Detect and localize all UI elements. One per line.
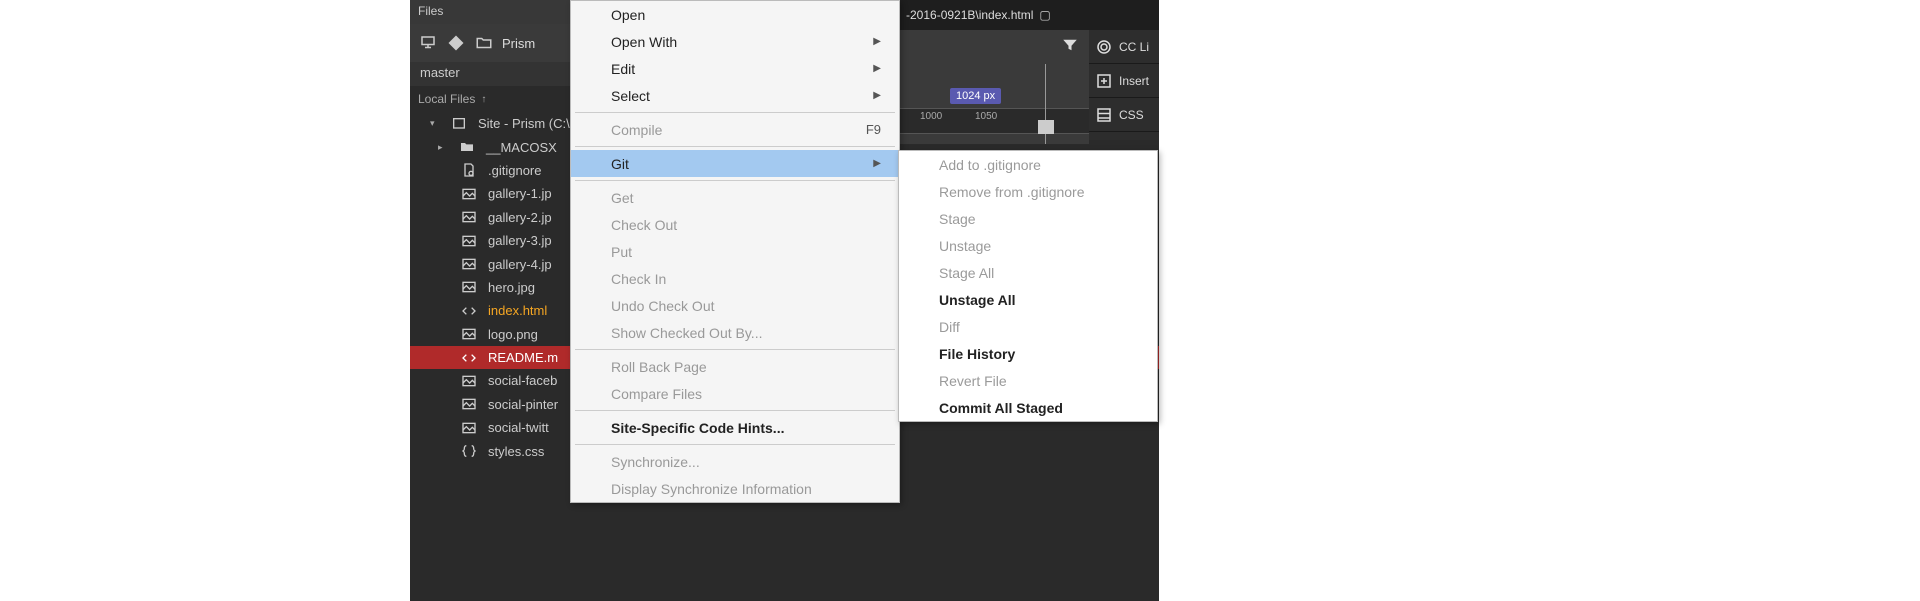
panel-label: Insert <box>1119 74 1149 88</box>
menu-open[interactable]: Open <box>571 1 899 28</box>
file-icon <box>460 161 478 179</box>
tree-item-label: .gitignore <box>488 163 541 178</box>
git-diamond-icon[interactable] <box>444 31 468 55</box>
tree-item-label: gallery-4.jp <box>488 257 552 272</box>
menu-separator <box>575 112 895 113</box>
menu-open-with[interactable]: Open With▶ <box>571 28 899 55</box>
submenu-arrow-icon: ▶ <box>873 90 881 101</box>
submenu-commit-all[interactable]: Commit All Staged <box>899 394 1157 421</box>
ruler-tick: 1050 <box>975 111 997 122</box>
submenu-unstage-all[interactable]: Unstage All <box>899 286 1157 313</box>
document-tab-strip: -2016-0921B\index.html ▢ <box>900 0 1159 30</box>
menu-git[interactable]: Git▶ <box>571 150 899 177</box>
image-icon <box>460 208 478 226</box>
menu-synchronize: Synchronize... <box>571 448 899 475</box>
tree-item-label: social-faceb <box>488 373 557 388</box>
menu-separator <box>575 146 895 147</box>
site-icon <box>450 115 468 133</box>
menu-separator <box>575 410 895 411</box>
menu-undo-check-out: Undo Check Out <box>571 292 899 319</box>
panel-label: CSS <box>1119 108 1144 122</box>
shortcut-label: F9 <box>866 122 881 137</box>
tree-item-label: gallery-2.jp <box>488 210 552 225</box>
submenu-stage-all: Stage All <box>899 259 1157 286</box>
submenu-add-gitignore: Add to .gitignore <box>899 151 1157 178</box>
menu-code-hints[interactable]: Site-Specific Code Hints... <box>571 414 899 441</box>
ruler-tick: 1000 <box>920 111 942 122</box>
image-icon <box>460 232 478 250</box>
image-icon <box>460 325 478 343</box>
image-icon <box>460 395 478 413</box>
submenu-stage: Stage <box>899 205 1157 232</box>
tree-item-label: gallery-1.jp <box>488 186 552 201</box>
folder-icon[interactable] <box>472 31 496 55</box>
tree-item-label: styles.css <box>488 444 544 459</box>
viewport-size-badge[interactable]: 1024 px <box>950 88 1001 104</box>
tree-item-label: __MACOSX <box>486 140 557 155</box>
submenu-arrow-icon: ▶ <box>873 158 881 169</box>
ruler[interactable]: 1000 1050 <box>900 108 1089 134</box>
css-designer-panel[interactable]: CSS <box>1089 98 1159 132</box>
menu-select[interactable]: Select▶ <box>571 82 899 109</box>
submenu-file-history[interactable]: File History <box>899 340 1157 367</box>
panel-label: CC Li <box>1119 40 1149 54</box>
image-icon <box>460 255 478 273</box>
submenu-revert-file: Revert File <box>899 367 1157 394</box>
menu-separator <box>575 444 895 445</box>
context-menu: Open Open With▶ Edit▶ Select▶ CompileF9 … <box>570 0 900 503</box>
ruler-area: 1024 px 1000 1050 <box>900 64 1089 144</box>
image-icon <box>460 278 478 296</box>
tree-item-label: gallery-3.jp <box>488 233 552 248</box>
menu-check-out: Check Out <box>571 211 899 238</box>
filter-icon[interactable] <box>1061 36 1079 59</box>
image-icon <box>460 419 478 437</box>
menu-get: Get <box>571 184 899 211</box>
site-folder-name: Prism <box>502 36 535 51</box>
menu-display-sync: Display Synchronize Information <box>571 475 899 502</box>
menu-roll-back: Roll Back Page <box>571 353 899 380</box>
menu-show-checked-out: Show Checked Out By... <box>571 319 899 346</box>
tree-item-label: hero.jpg <box>488 280 535 295</box>
submenu-arrow-icon: ▶ <box>873 63 881 74</box>
tree-item-label: index.html <box>488 303 547 318</box>
menu-separator <box>575 180 895 181</box>
submenu-diff: Diff <box>899 313 1157 340</box>
tree-item-label: social-pinter <box>488 397 558 412</box>
tree-item-label: README.m <box>488 350 558 365</box>
local-files-label: Local Files <box>418 92 475 106</box>
cc-libraries-panel[interactable]: CC Li <box>1089 30 1159 64</box>
breakpoint-handle[interactable] <box>1038 120 1054 134</box>
html-icon <box>460 302 478 320</box>
network-icon[interactable] <box>416 31 440 55</box>
expand-icon[interactable]: ▾ <box>430 118 440 129</box>
menu-check-in: Check In <box>571 265 899 292</box>
git-submenu: Add to .gitignore Remove from .gitignore… <box>898 150 1158 422</box>
menu-edit[interactable]: Edit▶ <box>571 55 899 82</box>
tree-root-label: Site - Prism (C:\ <box>478 116 570 131</box>
side-panel-stack: CC Li Insert CSS <box>1089 30 1159 140</box>
close-tab-icon[interactable]: ▢ <box>1039 8 1050 22</box>
markdown-icon <box>460 349 478 367</box>
submenu-arrow-icon: ▶ <box>873 36 881 47</box>
insert-panel[interactable]: Insert <box>1089 64 1159 98</box>
expand-icon[interactable]: ▸ <box>438 142 448 153</box>
menu-put: Put <box>571 238 899 265</box>
submenu-remove-gitignore: Remove from .gitignore <box>899 178 1157 205</box>
image-icon <box>460 372 478 390</box>
tree-item-label: logo.png <box>488 327 538 342</box>
document-tab[interactable]: -2016-0921B\index.html <box>906 8 1033 22</box>
image-icon <box>460 185 478 203</box>
document-toolbar <box>900 30 1089 64</box>
folder-icon <box>458 138 476 156</box>
submenu-unstage: Unstage <box>899 232 1157 259</box>
menu-separator <box>575 349 895 350</box>
menu-compile: CompileF9 <box>571 116 899 143</box>
css-icon <box>460 442 478 460</box>
sort-arrow-icon: ↑ <box>481 94 486 105</box>
menu-compare: Compare Files <box>571 380 899 407</box>
tree-item-label: social-twitt <box>488 420 549 435</box>
